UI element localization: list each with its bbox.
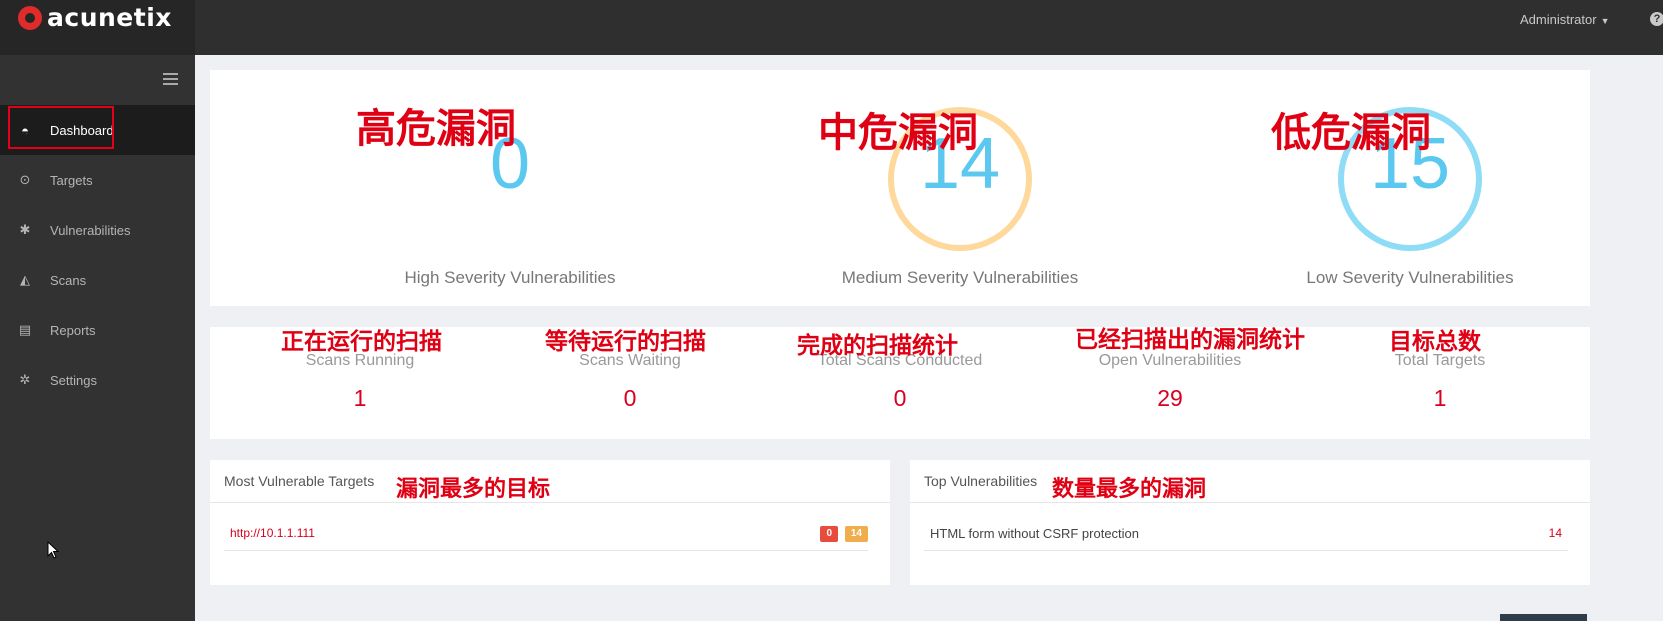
low-severity-label: Low Severity Vulnerabilities (1306, 268, 1514, 287)
bug-icon: ✱ (19, 222, 31, 237)
stat-label: Open Vulnerabilities (1098, 352, 1242, 369)
stat-annotation: 目标总数 (1389, 329, 1481, 355)
menu-toggle-icon[interactable] (163, 73, 178, 85)
mouse-cursor-icon (47, 541, 59, 559)
stat-value: 29 (1157, 385, 1183, 411)
table-row[interactable]: HTML form without CSRF protection 14 (924, 520, 1568, 551)
sidebar-item-reports[interactable]: ▤ Reports (0, 305, 195, 355)
area-chart-icon: ◭ (20, 272, 30, 287)
help-icon[interactable]: ? (1650, 12, 1663, 26)
medium-count-badge: 14 (844, 526, 868, 542)
file-icon: ▤ (18, 322, 32, 337)
stat-value: 1 (353, 385, 367, 411)
sidebar-item-settings[interactable]: ✲ Settings (0, 355, 195, 405)
medium-severity-annotation: 中危漏洞 (818, 110, 978, 156)
table-row[interactable]: http://10.1.1.111 0 14 (224, 520, 868, 551)
user-name: Administrator (1520, 12, 1597, 27)
stat-annotation: 等待运行的扫描 (545, 329, 706, 355)
stat-annotation: 已经扫描出的漏洞统计 (1075, 327, 1305, 353)
sidebar-item-targets[interactable]: ⊙ Targets (0, 155, 195, 205)
caret-down-icon: ▼ (1600, 16, 1610, 26)
sidebar-item-scans[interactable]: ◭ Scans (0, 255, 195, 305)
high-severity-annotation: 高危漏洞 (356, 106, 516, 152)
sidebar-item-label: Settings (50, 372, 97, 388)
stat-annotation: 正在运行的扫描 (281, 329, 442, 355)
low-severity-annotation: 低危漏洞 (1271, 110, 1431, 156)
logo[interactable]: acunetix (18, 3, 172, 32)
sidebar-item-label: Targets (50, 172, 93, 188)
card-header: Top Vulnerabilities (910, 460, 1590, 503)
stat-value: 0 (623, 385, 637, 411)
highlight-box (8, 106, 114, 149)
sidebar-item-vulnerabilities[interactable]: ✱ Vulnerabilities (0, 205, 195, 255)
target-url-link[interactable]: http://10.1.1.111 (230, 526, 315, 540)
target-icon: ⊙ (19, 172, 31, 187)
sidebar-item-label: Reports (50, 322, 96, 338)
top-vulnerabilities-annotation: 数量最多的漏洞 (1052, 477, 1207, 502)
acunetix-logo-icon (18, 5, 42, 30)
sidebar-item-label: Vulnerabilities (50, 222, 131, 238)
card-title: Most Vulnerable Targets (224, 473, 375, 489)
sidebar-item-label: Scans (50, 272, 87, 288)
vulnerability-count: 14 (1548, 526, 1562, 540)
logo-text: acunetix (47, 3, 172, 32)
medium-severity-label: Medium Severity Vulnerabilities (841, 268, 1079, 287)
high-severity-label: High Severity Vulnerabilities (404, 268, 616, 287)
stat-value: 1 (1433, 385, 1447, 411)
stat-value: 0 (893, 385, 907, 411)
high-count-badge: 0 (820, 526, 838, 542)
top-navbar: acunetix Administrator ▼ ? (0, 0, 1663, 55)
gear-icon: ✲ (19, 372, 31, 387)
user-menu[interactable]: Administrator ▼ (1520, 12, 1610, 27)
vulnerability-name-link[interactable]: HTML form without CSRF protection (930, 526, 1139, 541)
top-vulnerabilities-card: Top Vulnerabilities HTML form without CS… (910, 460, 1590, 585)
logo-area: acunetix (0, 0, 195, 55)
card-title: Top Vulnerabilities (924, 473, 1038, 489)
most-vulnerable-annotation: 漏洞最多的目标 (396, 477, 551, 502)
bottom-button[interactable] (1500, 614, 1587, 621)
stat-annotation: 完成的扫描统计 (797, 333, 958, 359)
